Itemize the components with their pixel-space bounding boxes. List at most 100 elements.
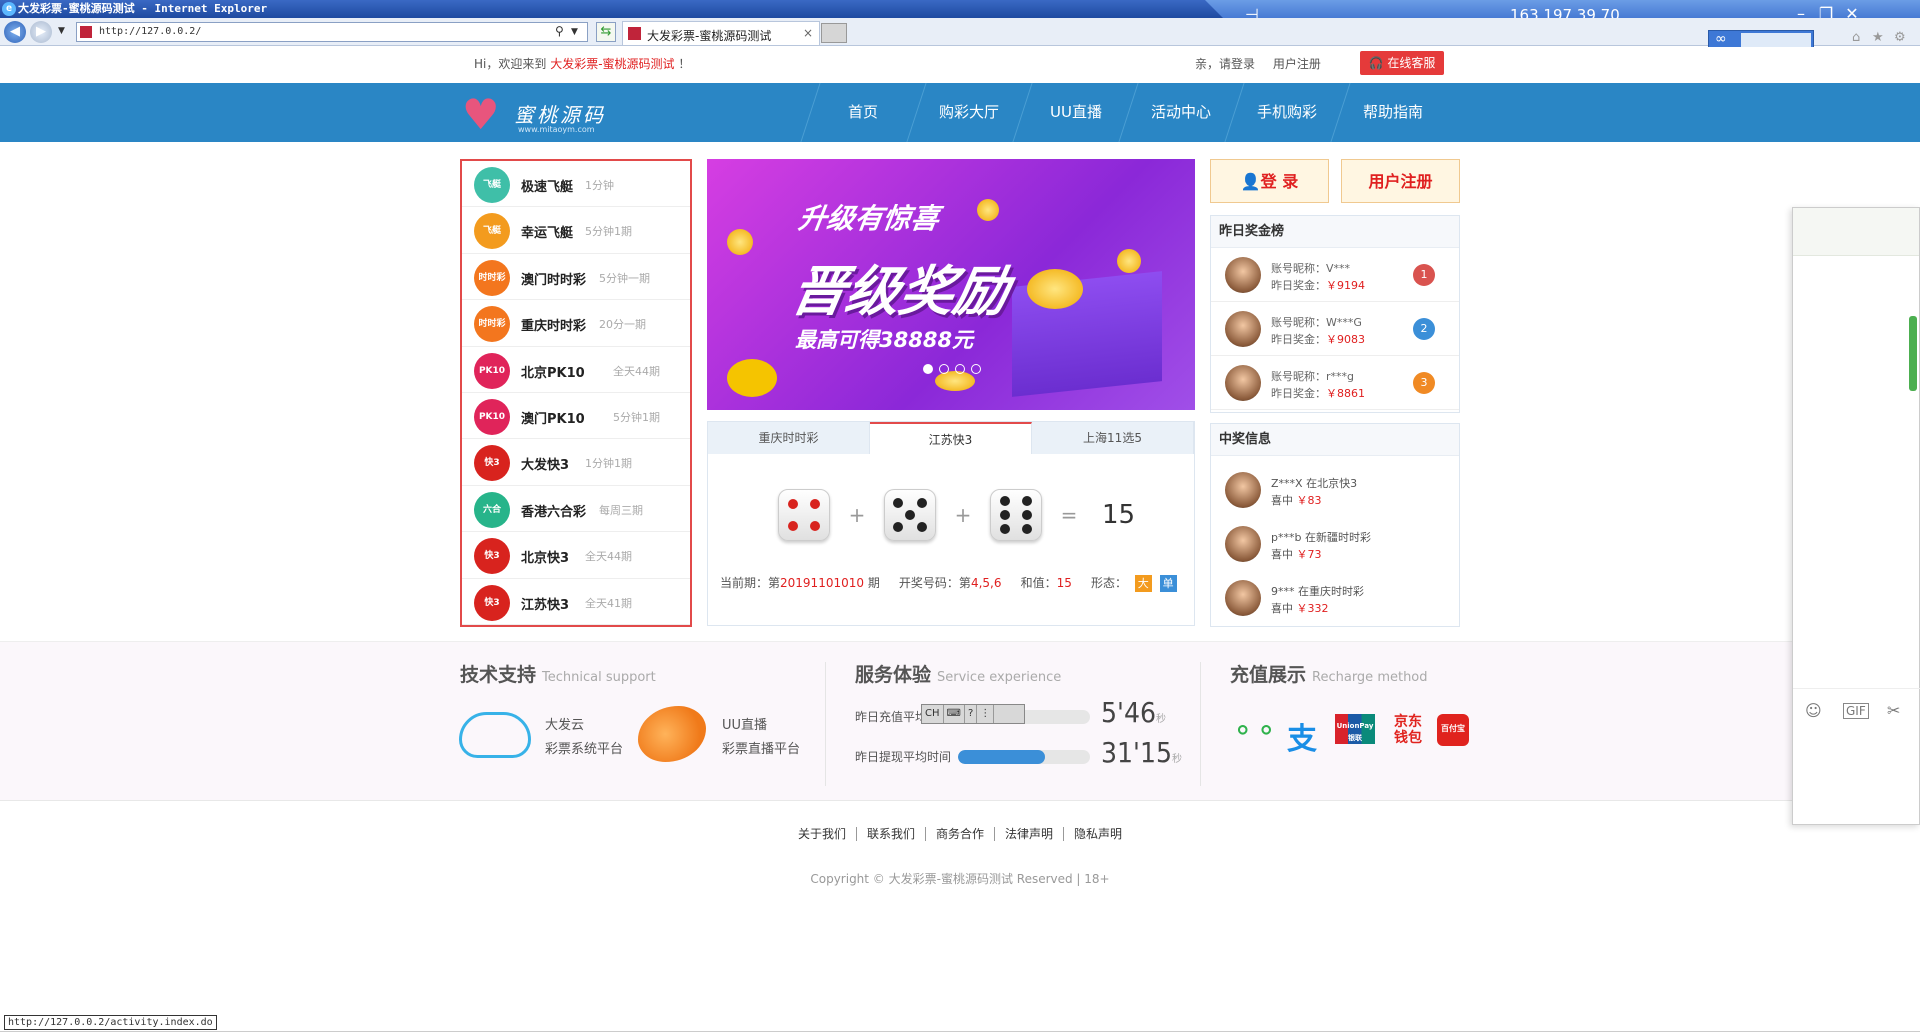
nav-item-label: 购彩大厅 bbox=[939, 103, 1000, 121]
banner-dot[interactable] bbox=[971, 364, 981, 374]
lottery-list: 飞艇 极速飞艇 1分钟 飞艇 幸运飞艇 5分钟1期 时时彩 澳门时时彩 5分钟一期 时时彩 重庆时时… bbox=[460, 159, 692, 627]
dafa-cloud-name: 大发云 bbox=[545, 718, 585, 733]
win-amount: ￥332 bbox=[1296, 602, 1329, 615]
nav-item-4[interactable]: 手机购彩 bbox=[1224, 83, 1350, 142]
lottery-item[interactable]: PK10 澳门PK10 5分钟1期 bbox=[462, 393, 690, 440]
lottery-item[interactable]: 飞艇 极速飞艇 1分钟 bbox=[462, 161, 690, 208]
ime-toolbar[interactable]: CH ⌨? ⋮ bbox=[921, 704, 1025, 724]
banner-line2: 晋级奖励 bbox=[786, 260, 1014, 323]
forward-button[interactable]: ▶ bbox=[30, 21, 52, 43]
rank-account: 账号昵称：W***G bbox=[1271, 316, 1362, 329]
chat-header bbox=[1793, 208, 1919, 256]
draw-tab[interactable]: 江苏快3 bbox=[870, 422, 1032, 454]
nav-item-2[interactable]: UU直播 bbox=[1012, 83, 1138, 142]
lottery-item[interactable]: 六合 香港六合彩 每周三期 bbox=[462, 486, 690, 533]
new-tab-button[interactable] bbox=[821, 23, 847, 43]
user-icon: 👤 bbox=[1240, 172, 1261, 191]
web-page: Hi，欢迎来到 大发彩票-蜜桃源码测试 ！ 亲，请登录 用户注册 🎧 在线客服 … bbox=[0, 47, 1920, 1007]
draw-tab[interactable]: 重庆时时彩 bbox=[708, 422, 870, 454]
banner-dot[interactable] bbox=[923, 364, 933, 374]
withdraw-time-row: 昨日提现平均时间 31'15秒 bbox=[855, 736, 1182, 769]
login-prompt-link[interactable]: 亲，请登录 bbox=[1195, 57, 1255, 71]
nav-item-5[interactable]: 帮助指南 bbox=[1330, 83, 1456, 142]
lottery-item[interactable]: PK10 北京PK10 全天44期 bbox=[462, 347, 690, 393]
dafa-cloud-icon bbox=[459, 712, 531, 758]
lottery-item[interactable]: 飞艇 幸运飞艇 5分钟1期 bbox=[462, 207, 690, 254]
login-button[interactable]: 👤登 录 bbox=[1210, 159, 1329, 203]
favorites-icon[interactable]: ★ bbox=[1872, 30, 1884, 45]
scissors-icon[interactable]: ✂ bbox=[1887, 701, 1900, 720]
avatar bbox=[1225, 526, 1261, 562]
site-favicon-icon bbox=[80, 26, 92, 38]
jd-wallet-icon: 京东钱包 bbox=[1394, 714, 1422, 746]
refresh-icon[interactable]: ⇆ bbox=[596, 22, 616, 42]
lottery-item[interactable]: 快3 北京快3 全天44期 bbox=[462, 532, 690, 579]
lottery-name: 澳门PK10 bbox=[521, 411, 585, 427]
parity-badge: 单 bbox=[1159, 575, 1177, 592]
lottery-name: 北京PK10 bbox=[521, 365, 585, 381]
address-bar[interactable]: http://127.0.0.2/ ⚲ ▼ bbox=[76, 22, 588, 42]
register-button[interactable]: 用户注册 bbox=[1341, 159, 1460, 203]
back-button[interactable]: ◀ bbox=[4, 21, 26, 43]
ime-keyboard-icon[interactable]: ⌨ bbox=[944, 705, 965, 723]
ime-menu-icon[interactable]: ⋮ bbox=[977, 705, 995, 723]
lottery-item[interactable]: 时时彩 澳门时时彩 5分钟一期 bbox=[462, 254, 690, 301]
search-icon[interactable]: ⚲ bbox=[555, 24, 564, 38]
footer-info: 技术支持 Technical support 大发云 彩票系统平台 UU直播 彩票直播… bbox=[0, 641, 1920, 801]
ime-help-icon[interactable]: ? bbox=[965, 705, 978, 723]
nav-item-label: 手机购彩 bbox=[1257, 103, 1318, 121]
nav-item-3[interactable]: 活动中心 bbox=[1118, 83, 1244, 142]
address-url[interactable]: http://127.0.0.2/ bbox=[99, 26, 201, 37]
sum-label: 和值： bbox=[1020, 576, 1057, 590]
footer-link[interactable]: 联系我们 bbox=[856, 827, 926, 841]
emoji-icon[interactable]: ☺ bbox=[1805, 701, 1822, 720]
banner-line3: 最高可得38888元 bbox=[795, 328, 974, 352]
lottery-period: 全天44期 bbox=[613, 364, 660, 378]
site-logo[interactable]: ♥ 蜜桃源码 www.mitaoym.com bbox=[462, 93, 612, 137]
settings-gear-icon[interactable]: ⚙ bbox=[1894, 30, 1906, 45]
banner-dot[interactable] bbox=[955, 364, 965, 374]
rank-prize-label: 昨日奖金： bbox=[1271, 279, 1326, 292]
lottery-name: 幸运飞艇 bbox=[521, 226, 574, 242]
ime-lang[interactable]: CH bbox=[922, 705, 944, 723]
welcome-site-name[interactable]: 大发彩票-蜜桃源码测试 bbox=[550, 57, 674, 71]
rank-prize: ￥8861 bbox=[1326, 387, 1365, 400]
nav-item-1[interactable]: 购彩大厅 bbox=[906, 83, 1032, 142]
footer-link[interactable]: 商务合作 bbox=[925, 827, 995, 841]
chat-tools: ☺ GIF ✂ bbox=[1793, 688, 1920, 728]
browser-tab[interactable]: 大发彩票-蜜桃源码测试 × bbox=[622, 21, 820, 45]
footer-link[interactable]: 隐私声明 bbox=[1064, 827, 1132, 841]
alipay-icon: 支 bbox=[1287, 722, 1317, 757]
history-dropdown-icon[interactable]: ▼ bbox=[58, 26, 65, 36]
tab-close-icon[interactable]: × bbox=[803, 26, 813, 40]
chat-side-window[interactable]: ☺ GIF ✂ bbox=[1792, 207, 1920, 825]
footer-link[interactable]: 关于我们 bbox=[787, 827, 857, 841]
unionpay-icon: UnionPay 银联 bbox=[1335, 714, 1375, 744]
draw-tab[interactable]: 上海11选5 bbox=[1032, 422, 1194, 454]
gif-icon[interactable]: GIF bbox=[1843, 703, 1869, 719]
die-5 bbox=[884, 489, 936, 541]
nav-item-0[interactable]: 首页 bbox=[800, 83, 926, 142]
dafa-cloud-desc: 彩票系统平台 bbox=[545, 742, 624, 757]
open-label: 开奖号码：第 bbox=[898, 576, 971, 590]
lottery-period: 5分钟1期 bbox=[613, 410, 660, 424]
home-icon[interactable]: ⌂ bbox=[1852, 30, 1860, 45]
banner-dot[interactable] bbox=[939, 364, 949, 374]
win-item: p***b 在新疆时时彩 喜中 ￥73 bbox=[1211, 516, 1459, 570]
welcome-suffix: ！ bbox=[678, 57, 691, 71]
uu-live-name: UU直播 bbox=[722, 718, 768, 733]
register-link[interactable]: 用户注册 bbox=[1273, 57, 1321, 71]
copyright: Copyright © 大发彩票-蜜桃源码测试 Reserved | 18+ bbox=[810, 872, 1110, 886]
address-dropdown-icon[interactable]: ▼ bbox=[571, 27, 578, 37]
online-service-button[interactable]: 🎧 在线客服 bbox=[1360, 51, 1444, 75]
lottery-item[interactable]: 时时彩 重庆时时彩 20分一期 bbox=[462, 300, 690, 347]
open-numbers: 4,5,6 bbox=[970, 576, 1002, 590]
chat-scrollbar[interactable] bbox=[1909, 316, 1917, 391]
recharge-title: 充值展示 Recharge method bbox=[1230, 660, 1428, 687]
lottery-item[interactable]: 快3 大发快3 1分钟1期 bbox=[462, 439, 690, 486]
footer-link[interactable]: 法律声明 bbox=[995, 827, 1065, 841]
promo-banner[interactable]: 升级有惊喜 晋级奖励 最高可得38888元 bbox=[707, 159, 1195, 410]
avatar bbox=[1225, 472, 1261, 508]
lottery-item[interactable]: 快3 江苏快3 全天41期 bbox=[462, 579, 690, 625]
draw-info: 当前期：第20191101010 期 开奖号码：第4,5,6 和值：15 形态：… bbox=[720, 574, 1177, 592]
